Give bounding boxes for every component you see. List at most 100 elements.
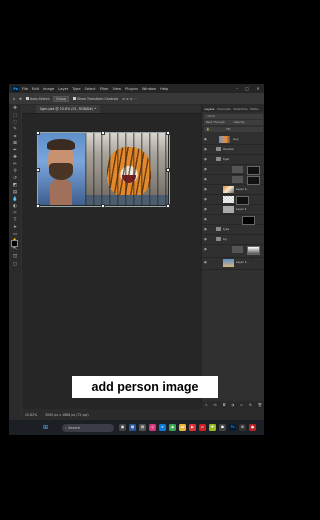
pen-tool-icon[interactable]: ✑ <box>9 210 21 217</box>
transform-handle[interactable] <box>36 131 40 135</box>
task-view-icon[interactable]: ▣ <box>119 423 126 431</box>
eye-icon[interactable]: ● <box>204 217 207 221</box>
gradient-icon[interactable]: ▤ <box>9 189 21 196</box>
tab-swatches[interactable]: Swatches <box>233 107 247 111</box>
layer-row[interactable]: ● <box>202 244 264 258</box>
kind-filter[interactable]: ⌕ Kind <box>204 113 263 119</box>
mask-icon[interactable]: ◘ <box>223 403 226 407</box>
path-select-icon[interactable]: ➤ <box>9 224 21 231</box>
dodge-tool-icon[interactable]: ◐ <box>9 203 21 210</box>
eye-icon[interactable]: ● <box>204 167 207 171</box>
healing-brush-icon[interactable]: ✚ <box>9 154 21 161</box>
transform-bounding-box[interactable] <box>37 132 170 207</box>
screen-mode-icon[interactable]: ▢ <box>9 261 21 268</box>
lasso-tool-icon[interactable]: ◌ <box>9 119 21 126</box>
youtube-icon[interactable]: ▶ <box>189 423 196 431</box>
eye-icon[interactable]: ● <box>204 237 207 241</box>
blur-tool-icon[interactable]: 💧 <box>9 196 21 203</box>
show-transform-checkbox[interactable]: Show Transform Controls <box>73 97 118 101</box>
history-brush-icon[interactable]: ↺ <box>9 175 21 182</box>
eye-icon[interactable]: ● <box>204 157 207 161</box>
type-tool-icon[interactable]: T <box>9 217 21 224</box>
menu-type[interactable]: Type <box>72 87 80 91</box>
app-icon[interactable]: ⚙ <box>239 423 246 431</box>
auto-select-checkbox[interactable]: Auto-Select: <box>25 97 50 101</box>
edge-icon[interactable]: e <box>159 423 166 431</box>
shape-tool-icon[interactable]: ▭ <box>9 231 21 238</box>
menu-plugins[interactable]: Plugins <box>125 87 138 91</box>
eraser-icon[interactable]: ◩ <box>9 182 21 189</box>
transform-handle[interactable] <box>36 204 40 208</box>
eye-icon[interactable]: ● <box>204 187 207 191</box>
home-icon[interactable]: ⌂ <box>13 97 15 101</box>
menu-help[interactable]: Help <box>160 87 168 91</box>
eye-icon[interactable]: ● <box>204 137 207 141</box>
adjustment-layer-icon[interactable]: ◑ <box>231 403 234 407</box>
menu-filter[interactable]: Filter <box>100 87 109 91</box>
transform-handle[interactable] <box>166 168 170 172</box>
new-layer-icon[interactable]: ⊞ <box>249 403 252 407</box>
eye-icon[interactable]: ● <box>204 197 207 201</box>
eye-icon[interactable]: ● <box>204 227 207 231</box>
menu-image[interactable]: Image <box>43 87 54 91</box>
brush-tool-icon[interactable]: ✏ <box>9 161 21 168</box>
move-tool-icon[interactable]: ✥ <box>9 105 21 112</box>
menu-edit[interactable]: Edit <box>32 87 39 91</box>
link-icon[interactable]: ∞ <box>205 403 208 407</box>
eye-icon[interactable]: ● <box>204 207 207 211</box>
photoshop-taskbar-icon[interactable]: Ps <box>229 423 236 431</box>
fx-icon[interactable]: fx <box>214 403 217 407</box>
taskbar-search[interactable]: ⌕ Search <box>62 423 114 432</box>
tab-layers[interactable]: Layers <box>205 107 215 111</box>
menu-layer[interactable]: Layer <box>58 87 68 91</box>
transform-handle[interactable] <box>101 204 105 208</box>
transform-handle[interactable] <box>101 131 105 135</box>
layer-row[interactable]: ● Layer 1... <box>202 257 264 270</box>
marquee-tool-icon[interactable]: ⬚ <box>9 112 21 119</box>
lock-row[interactable]: 🔒 Fill: <box>204 126 263 132</box>
tab-paths[interactable]: Paths <box>250 107 258 111</box>
eye-icon[interactable]: ● <box>204 147 207 151</box>
app-icon[interactable]: ● <box>249 423 256 431</box>
trash-icon[interactable]: 🗑 <box>258 403 262 407</box>
chrome-icon[interactable]: ◉ <box>169 423 176 431</box>
maximize-icon[interactable]: □ <box>242 84 252 93</box>
eyedropper-icon[interactable]: ✒ <box>9 147 21 154</box>
document-tab[interactable]: Sgm.psd @ 25.8% (S1, RGB/8#) * <box>36 105 100 113</box>
foreground-color-swatch[interactable] <box>11 240 18 247</box>
eye-icon[interactable]: ● <box>204 177 207 181</box>
minimize-icon[interactable]: – <box>232 84 242 93</box>
close-icon[interactable]: ✕ <box>253 84 263 93</box>
app-icon[interactable]: ✚ <box>209 423 216 431</box>
zoom-level[interactable]: 25.82% <box>25 413 37 417</box>
tab-channels[interactable]: Channels <box>217 107 231 111</box>
file-explorer-icon[interactable]: ▤ <box>139 423 146 431</box>
align-icons[interactable]: ≡ ≡ ≡ ⋯ <box>122 97 137 101</box>
panel-tabs: Layers Channels Swatches Paths <box>202 105 264 112</box>
pinterest-icon[interactable]: p <box>199 423 206 431</box>
new-group-icon[interactable]: ▭ <box>240 403 243 407</box>
folder-icon[interactable]: ▬ <box>179 423 186 431</box>
eye-icon[interactable]: ● <box>204 260 207 264</box>
transform-handle[interactable] <box>36 168 40 172</box>
menu-select[interactable]: Select <box>85 87 96 91</box>
quick-mask-icon[interactable]: ◫ <box>9 253 21 260</box>
eye-icon[interactable]: ● <box>204 247 207 251</box>
app-icon[interactable]: ☗ <box>219 423 226 431</box>
transform-handle[interactable] <box>166 204 170 208</box>
instagram-icon[interactable]: ◎ <box>149 423 156 431</box>
menu-window[interactable]: Window <box>142 87 156 91</box>
crop-tool-icon[interactable]: ⌗ <box>9 133 21 140</box>
menu-view[interactable]: View <box>113 87 122 91</box>
widgets-icon[interactable]: ▦ <box>129 423 136 431</box>
transform-handle[interactable] <box>166 131 170 135</box>
adjustment-icon <box>232 165 243 173</box>
frame-tool-icon[interactable]: ⊠ <box>9 140 21 147</box>
move-tool-icon[interactable]: ✥ <box>19 97 22 101</box>
blend-mode-select[interactable]: Pass Through Opacity: <box>204 120 263 125</box>
clone-stamp-icon[interactable]: ⚲ <box>9 168 21 175</box>
start-icon[interactable]: ⊞ <box>42 424 49 431</box>
quick-select-icon[interactable]: ✎ <box>9 126 21 133</box>
group-select[interactable]: Group <box>53 95 70 102</box>
menu-file[interactable]: File <box>22 87 28 91</box>
